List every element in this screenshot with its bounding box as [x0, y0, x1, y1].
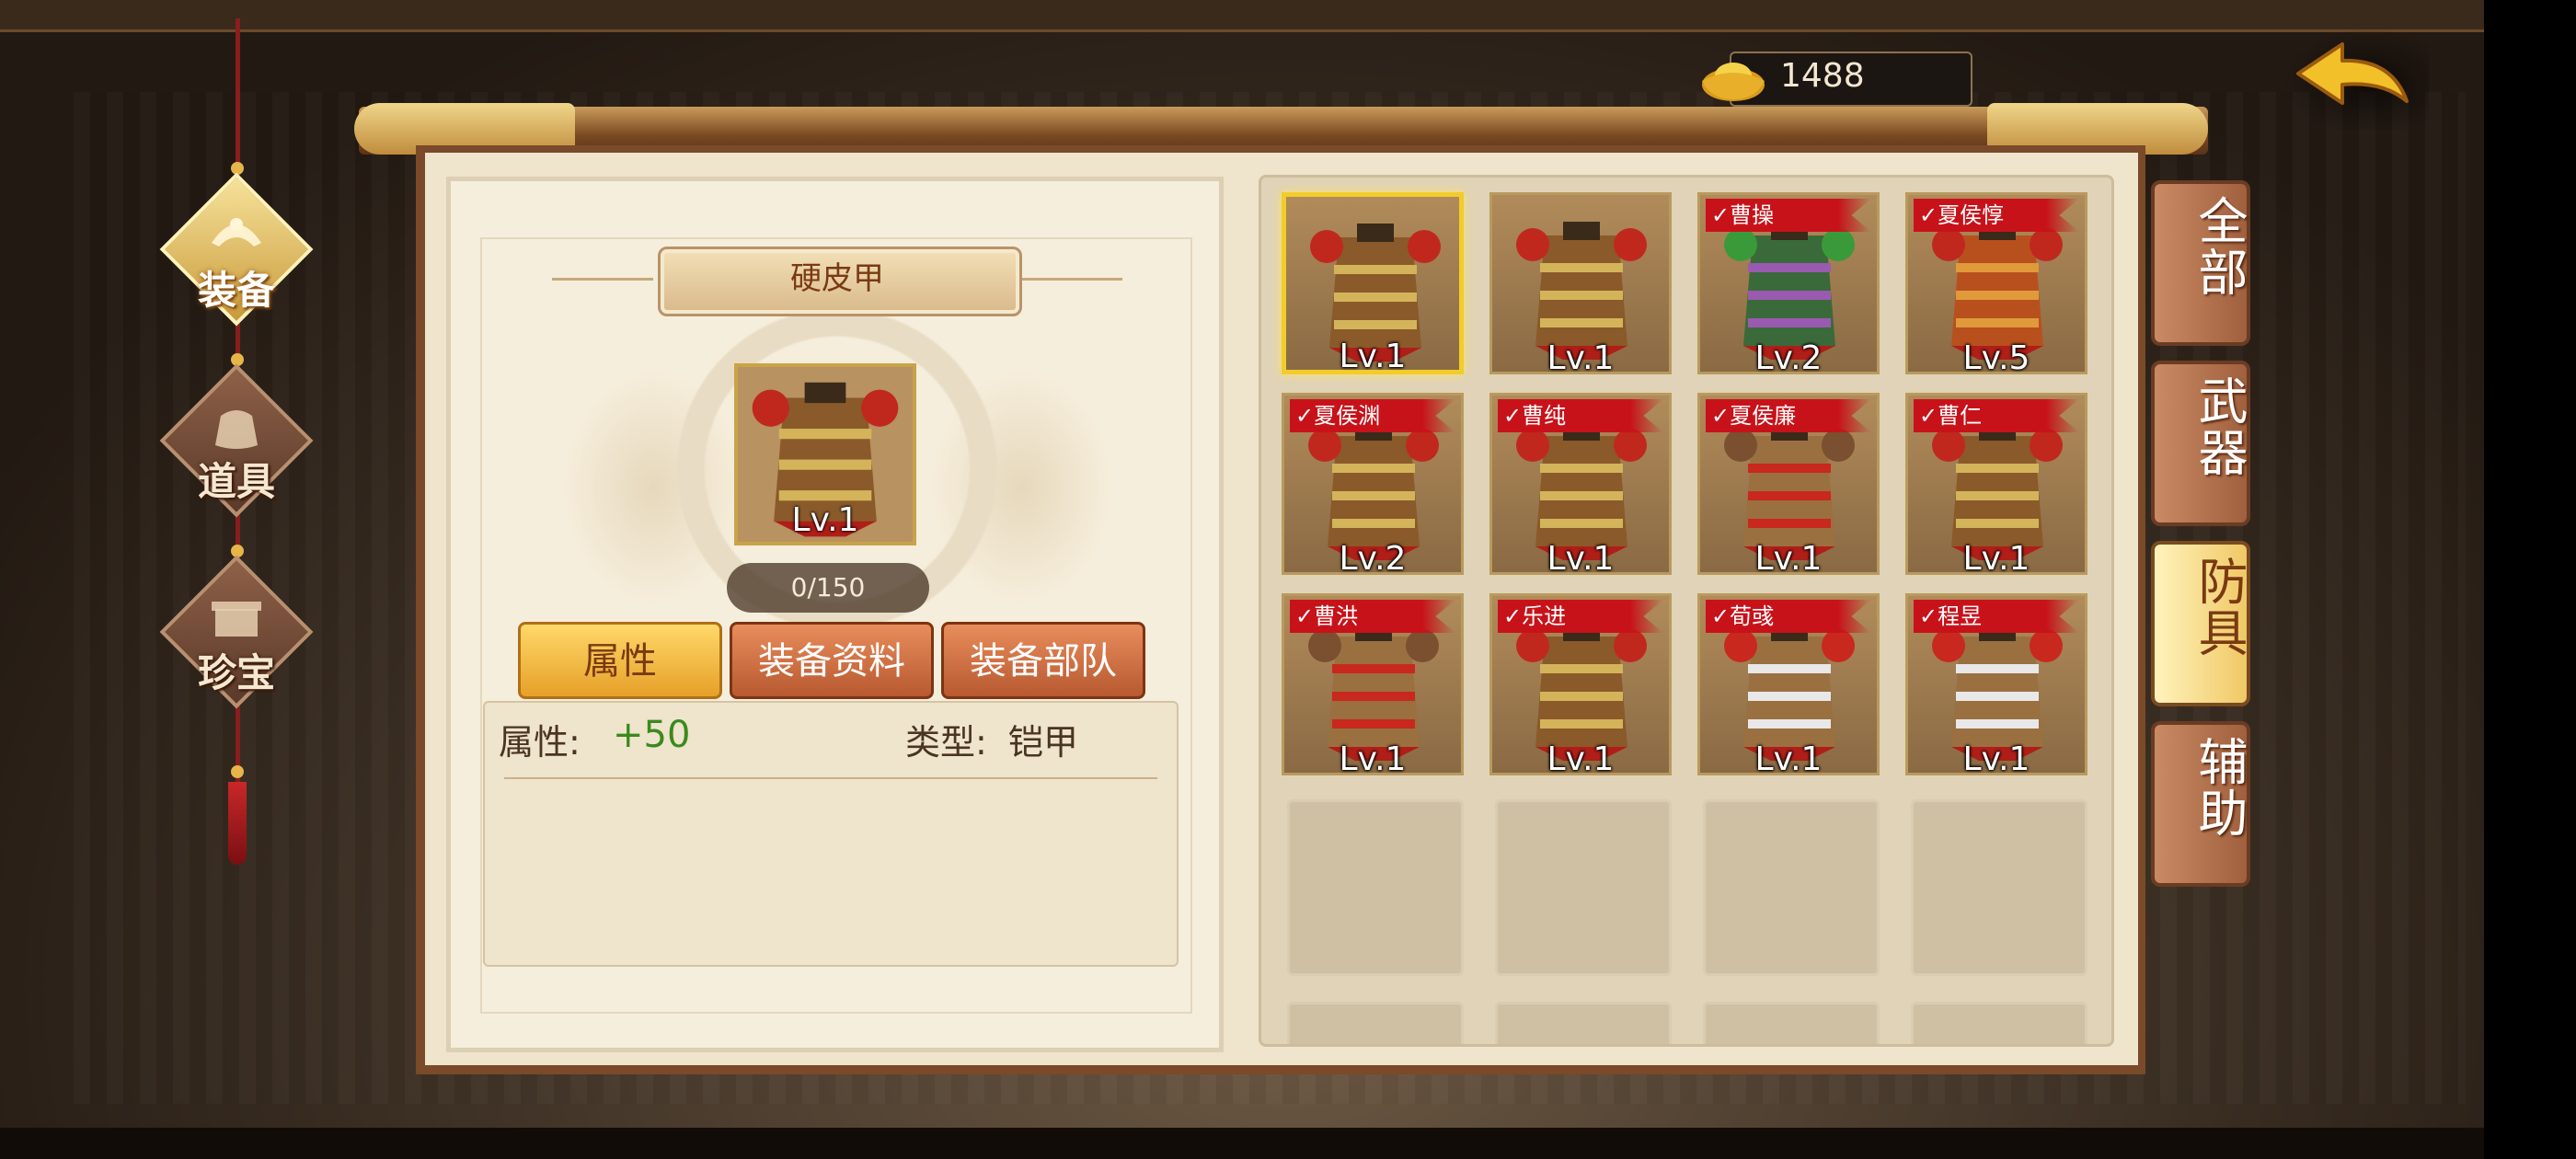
side-tab-label: 全部	[2190, 195, 2248, 298]
empty-slot[interactable]	[1287, 1002, 1464, 1044]
empty-slot[interactable]	[1495, 1002, 1672, 1044]
equipped-hero-name: ✓夏侯廉	[1711, 403, 1797, 429]
back-button[interactable]	[2282, 28, 2429, 129]
nav-label: 道具	[197, 459, 275, 504]
inventory-grid: Lv.1 Lv.1 ✓曹操 Lv.2 ✓夏侯惇 Lv.5 ✓夏侯渊 Lv.2 ✓曹纯 Lv.1 ✓夏…	[1259, 175, 2114, 1047]
title-divider-right	[1021, 278, 1122, 281]
equipped-hero-name: ✓曹仁	[1919, 403, 1983, 429]
top-bar	[0, 0, 2484, 32]
attribute-label: 属性:	[499, 722, 581, 763]
item-level: Lv.1	[1339, 740, 1407, 778]
item-level: Lv.1	[1754, 740, 1823, 778]
item-level: Lv.1	[1547, 339, 1615, 377]
attribute-divider	[504, 777, 1157, 779]
progress-text: 0/150	[790, 572, 866, 602]
equipped-hero-name: ✓夏侯惇	[1919, 202, 2005, 228]
tab-attributes[interactable]: 属性	[518, 622, 722, 699]
inventory-cell[interactable]: ✓夏侯廉 Lv.1	[1697, 393, 1880, 578]
item-level: Lv.5	[1962, 339, 2030, 377]
nav-tassel	[228, 782, 247, 865]
type-value: 铠甲	[1008, 722, 1079, 763]
equipped-hero-name: ✓程昱	[1919, 603, 1983, 629]
inventory-cell[interactable]: Lv.1	[1489, 192, 1672, 377]
item-level: Lv.1	[1962, 540, 2030, 578]
tab-equipped-troops[interactable]: 装备部队	[941, 622, 1145, 699]
side-tab-label: 辅助	[2190, 736, 2248, 839]
back-arrow-icon	[2296, 42, 2409, 105]
nav-label: 装备	[197, 268, 275, 313]
empty-slot[interactable]	[1703, 1002, 1880, 1044]
item-level: Lv.1	[1339, 338, 1407, 375]
rope-bead	[231, 765, 244, 778]
inventory-cell[interactable]: ✓荀彧 Lv.1	[1697, 593, 1880, 778]
side-tab-label: 防具	[2190, 556, 2248, 659]
side-tab-accessories[interactable]: 辅助	[2151, 721, 2250, 887]
empty-slot[interactable]	[1911, 1002, 2087, 1044]
currency-value: 1488	[1780, 57, 1865, 95]
equipped-hero-name: ✓曹操	[1711, 202, 1775, 228]
empty-slot[interactable]	[1911, 799, 2087, 976]
item-level: Lv.1	[1962, 740, 2030, 778]
equipped-hero-name: ✓曹纯	[1503, 403, 1567, 429]
side-tab-weapons[interactable]: 武器	[2151, 361, 2250, 526]
item-level: Lv.1	[1547, 740, 1615, 778]
empty-slot[interactable]	[1703, 799, 1880, 976]
item-level: Lv.2	[1339, 540, 1407, 578]
inventory-cell[interactable]: ✓曹仁 Lv.1	[1905, 393, 2087, 578]
inventory-cell[interactable]: ✓夏侯渊 Lv.2	[1282, 393, 1464, 578]
item-title: 硬皮甲	[790, 260, 884, 297]
inventory-cell[interactable]: ✓程昱 Lv.1	[1905, 593, 2087, 778]
inventory-cell[interactable]: ✓曹纯 Lv.1	[1489, 393, 1672, 578]
inventory-cell[interactable]: ✓曹操 Lv.2	[1697, 192, 1880, 377]
nav-item-items[interactable]: 道具	[158, 362, 315, 519]
equipped-hero-name: ✓夏侯渊	[1295, 403, 1381, 429]
nav-item-equipment[interactable]: 装备	[158, 171, 315, 327]
inventory-cell[interactable]: ✓夏侯惇 Lv.5	[1905, 192, 2087, 377]
empty-slot[interactable]	[1495, 799, 1672, 976]
side-tab-all[interactable]: 全部	[2151, 180, 2250, 346]
item-level: Lv.1	[1547, 540, 1615, 578]
bag-icon	[215, 410, 258, 449]
equipped-hero-name: ✓荀彧	[1711, 603, 1775, 629]
inventory-cell[interactable]: ✓曹洪 Lv.1	[1282, 593, 1464, 778]
empty-slot[interactable]	[1287, 799, 1464, 976]
side-tab-armor[interactable]: 防具	[2151, 541, 2250, 706]
type-label: 类型:	[905, 722, 987, 763]
right-letterbox	[2484, 0, 2576, 1159]
item-level: Lv.2	[1754, 339, 1823, 377]
selected-item-level: Lv.1	[791, 501, 859, 539]
bottom-bar	[0, 1128, 2484, 1159]
equipped-hero-name: ✓曹洪	[1295, 603, 1359, 629]
title-divider-left	[552, 278, 653, 281]
armor-helmet-icon	[212, 218, 261, 247]
side-tab-label: 武器	[2190, 375, 2248, 478]
nav-item-treasure[interactable]: 珍宝	[158, 554, 315, 710]
tab-equipment-info[interactable]: 装备资料	[730, 622, 934, 699]
item-level: Lv.1	[1754, 540, 1823, 578]
inventory-cell[interactable]: Lv.1	[1282, 192, 1464, 375]
attribute-value: +50	[613, 714, 691, 756]
inventory-cell[interactable]: ✓乐进 Lv.1	[1489, 593, 1672, 778]
gold-ingot-icon	[1702, 63, 1765, 101]
treasure-chest-icon	[212, 602, 261, 637]
nav-label: 珍宝	[197, 650, 275, 695]
equipped-hero-name: ✓乐进	[1503, 603, 1567, 629]
